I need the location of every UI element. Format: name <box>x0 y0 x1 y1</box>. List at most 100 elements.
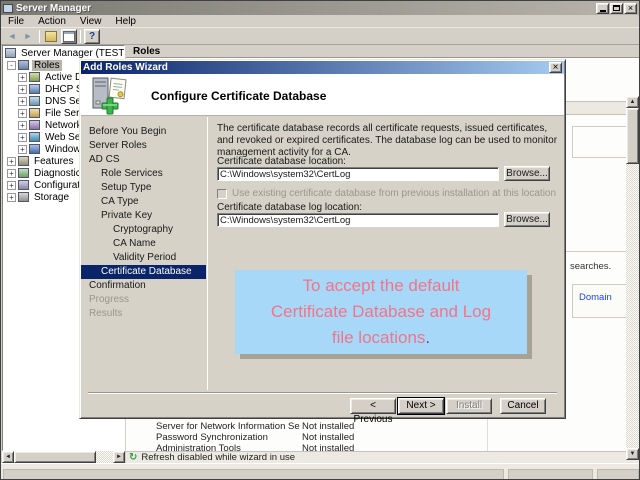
expand-icon[interactable]: + <box>7 169 16 178</box>
wizard-step-ca-name[interactable]: CA Name <box>81 237 206 251</box>
wizard-step-results[interactable]: Results <box>81 307 206 321</box>
taskbar-segment[interactable] <box>508 469 593 480</box>
wizard-steps: Before You BeginServer RolesAD CSRole Se… <box>81 117 206 390</box>
web-icon <box>29 132 40 142</box>
show-console-tree-icon[interactable] <box>43 29 59 44</box>
log-browse-button[interactable]: Browse... <box>504 212 550 227</box>
tree-label: Features <box>32 156 75 167</box>
wizard-intro-text: The certificate database records all cer… <box>217 123 563 159</box>
tree-label: Storage <box>32 192 71 203</box>
wizard-step-cryptography[interactable]: Cryptography <box>81 223 206 237</box>
toolbar-separator <box>39 30 40 43</box>
dhcp-icon <box>29 84 40 94</box>
pane-vertical-scrollbar[interactable]: ▲ ▼ <box>626 96 639 460</box>
service-name: Server for Network Information Services <box>156 421 300 432</box>
window-title: Server Manager <box>16 3 595 14</box>
next-button[interactable]: Next > <box>398 398 444 414</box>
minimize-button[interactable] <box>596 3 609 14</box>
expand-icon[interactable]: + <box>18 85 27 94</box>
diagnostics-icon <box>18 168 29 178</box>
install-button: Install <box>446 398 492 414</box>
expand-icon[interactable]: + <box>18 109 27 118</box>
tree-horizontal-scrollbar[interactable]: ◄ ► <box>2 451 125 463</box>
wizard-step-setup-type[interactable]: Setup Type <box>81 181 206 195</box>
back-icon[interactable]: ◄ <box>4 29 20 44</box>
scroll-down-icon[interactable]: ▼ <box>626 448 639 460</box>
scroll-right-icon[interactable]: ► <box>113 451 125 463</box>
tree-label: Roles <box>32 60 62 71</box>
expand-icon[interactable]: + <box>18 97 27 106</box>
menu-help[interactable]: Help <box>108 15 143 28</box>
expand-icon[interactable]: + <box>18 73 27 82</box>
wizard-step-ca-type[interactable]: CA Type <box>81 195 206 209</box>
wizard-titlebar: Add Roles Wizard × <box>81 61 564 74</box>
menu-view[interactable]: View <box>73 15 109 28</box>
status-text: Refresh disabled while wizard in use <box>141 452 295 463</box>
expand-icon[interactable]: + <box>18 133 27 142</box>
db-location-input[interactable] <box>217 167 499 181</box>
menu-action[interactable]: Action <box>31 15 73 28</box>
use-existing-db-checkbox-row: Use existing certificate database from p… <box>217 188 556 199</box>
scrollbar-thumb[interactable] <box>14 451 96 463</box>
previous-button[interactable]: < Previous <box>350 398 396 414</box>
console-statusbar: ↻ Refresh disabled while wizard in use <box>126 451 639 463</box>
ad-icon <box>29 72 40 82</box>
service-status: Not installed <box>300 421 354 432</box>
wizard-separator <box>88 392 557 394</box>
wizard-header: Configure Certificate Database <box>81 74 564 116</box>
wizard-close-icon[interactable]: × <box>549 62 562 73</box>
bottom-strip <box>1 463 639 480</box>
taskbar-segment[interactable] <box>597 469 639 480</box>
server-icon <box>5 48 16 58</box>
service-name: Password Synchronization <box>156 432 300 443</box>
close-button[interactable]: × <box>624 3 637 14</box>
log-location-input[interactable] <box>217 213 499 227</box>
wizard-step-ad-cs[interactable]: AD CS <box>81 153 206 167</box>
forward-icon[interactable]: ► <box>20 29 36 44</box>
tree-item-server-manager-root[interactable]: Server Manager (TEST) <box>3 47 124 59</box>
db-browse-button[interactable]: Browse... <box>504 166 550 181</box>
role-service-row: Password SynchronizationNot installed <box>156 432 626 443</box>
file-icon <box>29 108 40 118</box>
domain-link[interactable]: Domain <box>579 292 612 303</box>
toolbar: ◄ ► ? <box>1 28 639 45</box>
roles-pane-header: Roles <box>126 45 639 58</box>
wizard-step-server-roles[interactable]: Server Roles <box>81 139 206 153</box>
wizard-step-before-you-begin[interactable]: Before You Begin <box>81 125 206 139</box>
scroll-up-icon[interactable]: ▲ <box>626 96 639 108</box>
wizard-step-role-services[interactable]: Role Services <box>81 167 206 181</box>
callout-line2: Certificate Database and Log <box>271 299 491 325</box>
certificate-database-icon <box>90 77 134 120</box>
dns-icon <box>29 96 40 106</box>
use-existing-db-checkbox <box>217 189 227 199</box>
db-location-label: Certificate database location: <box>217 156 346 167</box>
pane-text-fragment: searches. <box>570 261 611 272</box>
expand-icon[interactable]: + <box>7 181 16 190</box>
cancel-button[interactable]: Cancel <box>500 398 546 414</box>
export-list-icon[interactable] <box>61 29 77 44</box>
window-titlebar: Server Manager × <box>1 1 639 15</box>
help-icon[interactable]: ? <box>84 29 100 44</box>
expand-icon[interactable]: + <box>18 121 27 130</box>
collapse-icon[interactable]: - <box>7 61 16 70</box>
wizard-step-certificate-database[interactable]: Certificate Database <box>81 265 206 279</box>
refresh-icon: ↻ <box>129 452 137 463</box>
scroll-left-icon[interactable]: ◄ <box>2 451 14 463</box>
roles-icon <box>18 60 29 70</box>
menubar: FileActionViewHelp <box>1 15 639 28</box>
annotation-callout: To accept the default Certificate Databa… <box>235 270 527 354</box>
scrollbar-thumb[interactable] <box>626 108 639 164</box>
server-manager-window: Server Manager × FileActionViewHelp ◄ ► … <box>0 0 640 480</box>
wizard-step-progress[interactable]: Progress <box>81 293 206 307</box>
wizard-title: Add Roles Wizard <box>83 62 549 73</box>
wizard-step-private-key[interactable]: Private Key <box>81 209 206 223</box>
expand-icon[interactable]: + <box>18 145 27 154</box>
expand-icon[interactable]: + <box>7 157 16 166</box>
restore-button[interactable] <box>610 3 623 14</box>
wizard-step-validity-period[interactable]: Validity Period <box>81 251 206 265</box>
wizard-step-confirmation[interactable]: Confirmation <box>81 279 206 293</box>
expand-icon[interactable]: + <box>7 193 16 202</box>
add-roles-wizard-dialog: Add Roles Wizard × <box>79 59 566 419</box>
taskbar-segment[interactable] <box>3 469 504 480</box>
menu-file[interactable]: File <box>1 15 31 28</box>
